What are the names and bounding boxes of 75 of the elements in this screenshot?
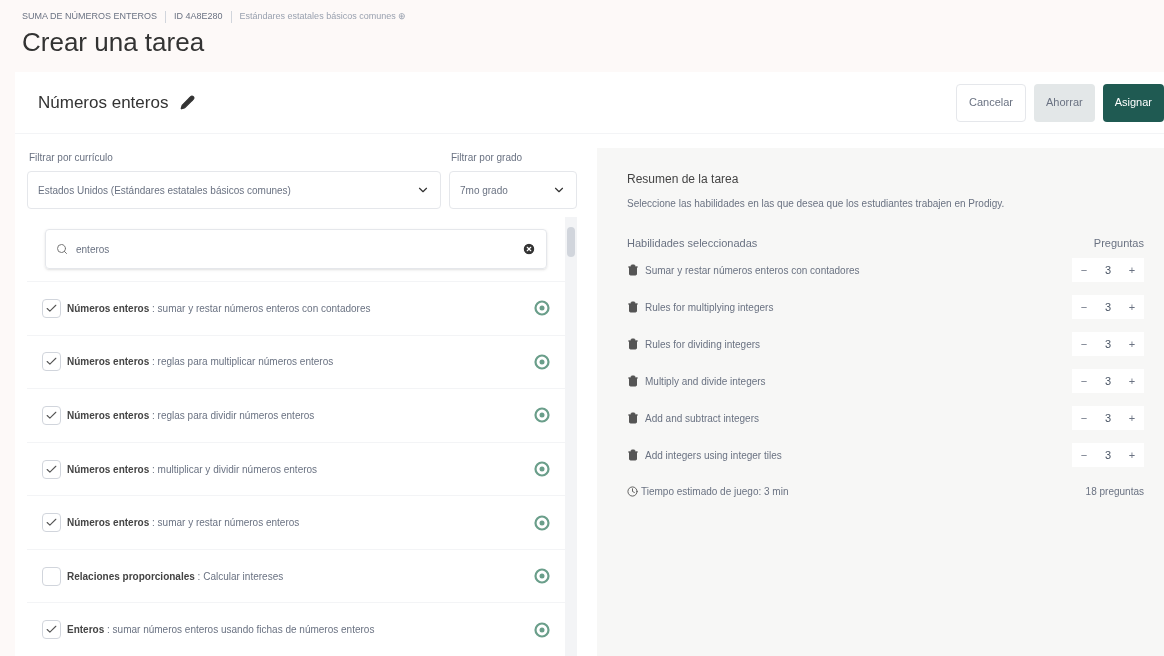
total-questions: 18 preguntas xyxy=(1085,484,1144,499)
action-button[interactable]: Asignar xyxy=(1102,83,1164,122)
filter-label: Filtrar por grado xyxy=(450,151,524,165)
increment-button[interactable]: + xyxy=(1128,446,1136,464)
target-icon[interactable] xyxy=(534,353,550,370)
question-stepper[interactable]: − 3 + xyxy=(1072,258,1144,282)
checkbox[interactable] xyxy=(42,513,61,533)
question-stepper[interactable]: − 3 + xyxy=(1072,369,1144,393)
target-icon[interactable] xyxy=(534,300,550,317)
question-stepper[interactable]: − 3 + xyxy=(1072,443,1144,467)
question-stepper[interactable]: − 3 + xyxy=(1072,332,1144,356)
breadcrumb-id: ID 4A8E280 xyxy=(174,10,223,23)
filter-label: Filtrar por currículo xyxy=(28,151,114,165)
decrement-button[interactable]: − xyxy=(1080,261,1088,279)
selected-skill: Add and subtract integers xyxy=(645,411,759,426)
search-icon xyxy=(56,243,68,255)
trash-icon[interactable] xyxy=(627,449,639,461)
selected-skill: Add integers using integer tiles xyxy=(645,448,782,463)
skill-label: Números enteros : multiplicar y dividir números enteros xyxy=(67,462,319,477)
checkbox[interactable] xyxy=(42,459,61,479)
checkbox[interactable] xyxy=(42,566,61,586)
decrement-button[interactable]: − xyxy=(1080,335,1088,353)
target-icon[interactable] xyxy=(534,461,550,477)
decrement-button[interactable]: − xyxy=(1080,409,1088,427)
task-name: Números enteros xyxy=(38,91,169,114)
target-icon[interactable] xyxy=(534,514,550,531)
increment-button[interactable]: + xyxy=(1128,372,1136,390)
trash-icon[interactable] xyxy=(627,412,639,424)
checkbox[interactable] xyxy=(42,405,61,425)
filter-dropdown[interactable]: Estados Unidos (Estándares estatales básicos comunes) xyxy=(27,171,441,209)
selected-skill: Sumar y restar números enteros con contadores xyxy=(645,263,860,278)
increment-button[interactable]: + xyxy=(1128,261,1136,279)
checkbox[interactable] xyxy=(42,298,61,318)
estimated-time: Tiempo estimado de juego: 3 min xyxy=(641,484,789,499)
skill-label: Números enteros : reglas para dividir números enteros xyxy=(67,408,316,423)
selected-skill: Rules for dividing integers xyxy=(645,337,761,352)
increment-button[interactable]: + xyxy=(1128,335,1136,353)
action-button[interactable]: Cancelar xyxy=(956,83,1026,122)
edit-icon[interactable] xyxy=(180,95,196,110)
target-icon[interactable] xyxy=(534,568,550,585)
trash-icon[interactable] xyxy=(627,301,639,313)
selected-skill: Rules for multiplying integers xyxy=(645,300,774,315)
questions-heading: Preguntas xyxy=(1093,236,1144,251)
checkbox[interactable] xyxy=(42,352,61,372)
skills-heading: Habilidades seleccionadas xyxy=(627,236,758,251)
scrollbar[interactable] xyxy=(565,217,577,656)
target-icon[interactable] xyxy=(534,621,550,638)
increment-button[interactable]: + xyxy=(1128,298,1136,316)
search-field[interactable]: enteros xyxy=(45,229,547,269)
increment-button[interactable]: + xyxy=(1128,409,1136,427)
decrement-button[interactable]: − xyxy=(1080,372,1088,390)
summary-description: Seleccione las habilidades en las que desea que los estudiantes trabajen en Prodigy. xyxy=(627,197,1006,211)
decrement-button[interactable]: − xyxy=(1080,446,1088,464)
decrement-button[interactable]: − xyxy=(1080,298,1088,316)
breadcrumb-curriculum: Estándares estatales básicos comunes ⊕ xyxy=(239,10,407,23)
skill-label: Números enteros : sumar y restar números enteros con contadores xyxy=(67,301,372,316)
page-title: Crear una tarea xyxy=(22,25,206,58)
trash-icon[interactable] xyxy=(627,338,639,350)
filter-dropdown[interactable]: 7mo grado xyxy=(449,171,577,209)
checkbox[interactable] xyxy=(42,620,61,640)
clock-icon xyxy=(627,485,638,497)
trash-icon[interactable] xyxy=(627,375,639,387)
question-stepper[interactable]: − 3 + xyxy=(1072,295,1144,319)
selected-skill: Multiply and divide integers xyxy=(645,374,766,389)
summary-title: Resumen de la tarea xyxy=(627,171,740,188)
breadcrumb-topic[interactable]: SUMA DE NÚMEROS ENTEROS xyxy=(22,10,158,24)
skill-label: Enteros : sumar números enteros usando fichas de números enteros xyxy=(67,623,376,638)
skill-label: Números enteros : sumar y restar números enteros xyxy=(67,516,301,531)
skill-label: Números enteros : reglas para multiplicar números enteros xyxy=(67,355,335,370)
action-button[interactable]: Ahorrar xyxy=(1034,83,1095,122)
skill-label: Relaciones proporcionales : Calcular intereses xyxy=(67,569,285,584)
target-icon[interactable] xyxy=(534,407,550,424)
clear-icon[interactable] xyxy=(522,242,536,256)
question-stepper[interactable]: − 3 + xyxy=(1072,406,1144,430)
trash-icon[interactable] xyxy=(627,264,639,276)
